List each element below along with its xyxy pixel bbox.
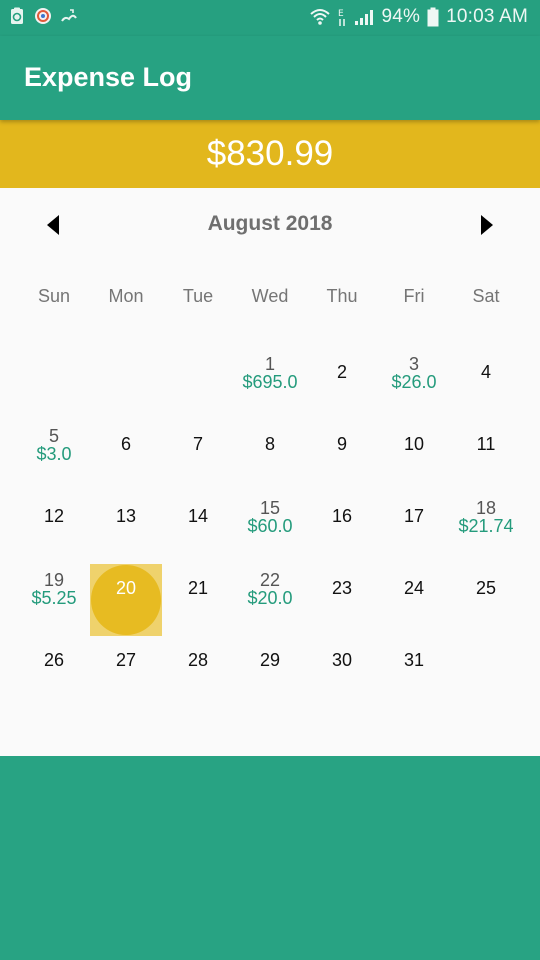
calendar-day-12[interactable]: 12 <box>18 492 90 564</box>
calendar-day-26[interactable]: 26 <box>18 636 90 708</box>
app-badge-icon <box>35 8 51 24</box>
day-number: 14 <box>187 506 209 526</box>
day-number: 11 <box>476 434 496 454</box>
calendar-day-16[interactable]: 16 <box>306 492 378 564</box>
day-expense-amount: $5.25 <box>31 588 77 608</box>
day-expense-amount: $26.0 <box>391 372 437 392</box>
day-number: 26 <box>43 650 65 670</box>
weekday-tue: Tue <box>182 286 214 306</box>
calendar-day-19[interactable]: 19 $5.25 <box>18 564 90 636</box>
status-time: 10:03 AM <box>446 6 528 27</box>
weekday-sun: Sun <box>37 286 71 306</box>
day-number: 16 <box>331 506 353 526</box>
data-e-icon: E <box>338 9 346 26</box>
cloud-sync-icon <box>61 9 77 22</box>
wifi-icon <box>310 9 331 25</box>
calendar-day-30[interactable]: 30 <box>306 636 378 708</box>
calendar-day-9[interactable]: 9 <box>306 420 378 492</box>
calendar-day-5[interactable]: 5 $3.0 <box>18 420 90 492</box>
weekday-thu: Thu <box>326 286 358 306</box>
day-number: 27 <box>115 650 137 670</box>
app-title: Expense Log <box>24 62 193 92</box>
calendar-day-14[interactable]: 14 <box>162 492 234 564</box>
status-right: E 94% 10:03 AM <box>310 6 528 28</box>
day-number: 20 <box>115 578 137 598</box>
day-expense-amount: $3.0 <box>36 444 72 464</box>
calendar-day-3[interactable]: 3 $26.0 <box>378 348 450 420</box>
calendar-day-22[interactable]: 22 $20.0 <box>234 564 306 636</box>
calendar-day-15[interactable]: 15 $60.0 <box>234 492 306 564</box>
day-number: 25 <box>475 578 497 598</box>
day-expense-amount: $60.0 <box>247 516 293 536</box>
month-title: August 2018 <box>207 212 333 235</box>
calendar-day-4[interactable]: 4 <box>450 348 522 420</box>
status-left-icons <box>8 7 78 25</box>
calendar-day-10[interactable]: 10 <box>378 420 450 492</box>
day-number: 28 <box>187 650 209 670</box>
calendar-day-2[interactable]: 2 <box>306 348 378 420</box>
day-number: 23 <box>331 578 353 598</box>
calendar-day-28[interactable]: 28 <box>162 636 234 708</box>
day-number: 29 <box>259 650 281 670</box>
day-expense-amount: $695.0 <box>242 372 298 392</box>
day-number: 7 <box>192 434 203 454</box>
day-number: 21 <box>187 578 209 598</box>
calendar-day-17[interactable]: 17 <box>378 492 450 564</box>
battery-percent: 94% <box>381 6 421 27</box>
calendar-day-21[interactable]: 21 <box>162 564 234 636</box>
battery-icon <box>427 7 439 27</box>
calendar-day-7[interactable]: 7 <box>162 420 234 492</box>
calendar-day-13[interactable]: 13 <box>90 492 162 564</box>
svg-text:E: E <box>338 9 344 19</box>
day-number: 12 <box>43 506 65 526</box>
calendar-day-20[interactable]: 20 <box>90 564 162 636</box>
calendar-day-24[interactable]: 24 <box>378 564 450 636</box>
weekday-fri: Fri <box>403 286 425 306</box>
status-bar: E 94% 10:03 AM <box>0 0 540 36</box>
day-number: 31 <box>403 650 425 670</box>
weekday-wed: Wed <box>251 286 289 306</box>
day-number: 10 <box>403 434 425 454</box>
clipboard-recycle-icon <box>11 7 23 24</box>
day-number: 6 <box>120 434 131 454</box>
weekday-sat: Sat <box>472 286 500 306</box>
app-bar: Expense Log <box>0 36 540 120</box>
day-number: 13 <box>115 506 137 526</box>
day-number: 4 <box>480 362 491 382</box>
calendar-day-11[interactable]: 11 <box>450 420 522 492</box>
day-expense-amount: $20.0 <box>247 588 293 608</box>
day-number: 24 <box>403 578 425 598</box>
weekday-mon: Mon <box>108 286 144 306</box>
day-number: 2 <box>336 362 347 382</box>
day-number: 8 <box>264 434 275 454</box>
calendar-day-29[interactable]: 29 <box>234 636 306 708</box>
day-number: 30 <box>331 650 353 670</box>
calendar-day-31[interactable]: 31 <box>378 636 450 708</box>
calendar-day-18[interactable]: 18 $21.74 <box>450 492 522 564</box>
signal-icon <box>355 10 374 25</box>
day-number: 9 <box>336 434 347 454</box>
calendar-day-25[interactable]: 25 <box>450 564 522 636</box>
next-month-icon[interactable] <box>474 212 498 238</box>
calendar-day-23[interactable]: 23 <box>306 564 378 636</box>
total-amount: $830.99 <box>0 120 540 188</box>
calendar-day-1[interactable]: 1 $695.0 <box>234 348 306 420</box>
day-number: 17 <box>403 506 425 526</box>
calendar: August 2018 Sun Mon Tue Wed Thu Fri Sat … <box>0 188 540 756</box>
calendar-day-6[interactable]: 6 <box>90 420 162 492</box>
calendar-day-8[interactable]: 8 <box>234 420 306 492</box>
day-expense-amount: $21.74 <box>458 516 514 536</box>
calendar-day-27[interactable]: 27 <box>90 636 162 708</box>
